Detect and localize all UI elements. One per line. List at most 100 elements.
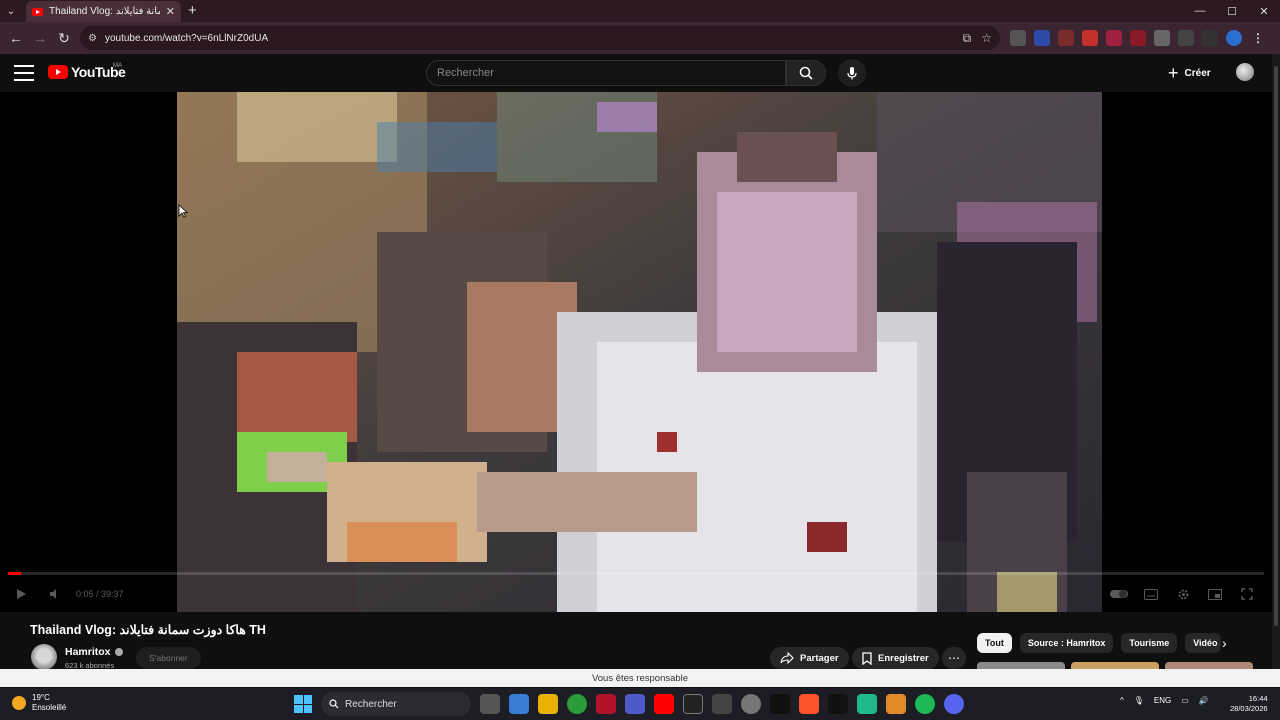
chip-tourism[interactable]: Tourisme (1121, 633, 1178, 653)
create-button[interactable]: + Créer (1160, 61, 1219, 85)
play-button[interactable] (10, 583, 32, 605)
browser-tab-active[interactable]: Thailand Vlog: هاكا دوزت سمانة فتايلاند … (26, 1, 181, 22)
minimize-button[interactable]: — (1184, 0, 1216, 22)
language-indicator[interactable]: ENG (1154, 696, 1171, 705)
related-filter-chips: Tout Source : Hamritox Tourisme Vidéo (977, 633, 1222, 653)
video-player[interactable]: 0:05 / 39:37 (0, 92, 1272, 612)
verified-badge-icon (114, 648, 123, 656)
taskbar-search-label: Rechercher (345, 698, 397, 710)
file-explorer-icon[interactable] (538, 694, 558, 714)
chip-source[interactable]: Source : Hamritox (1019, 633, 1114, 653)
teams-icon[interactable] (625, 694, 645, 714)
extension-5-icon[interactable] (1106, 30, 1122, 46)
app-orange-icon[interactable] (886, 694, 906, 714)
microphone-tray-icon[interactable]: 🎙 (1134, 696, 1144, 705)
page-scrollbar-thumb[interactable] (1274, 66, 1278, 626)
chrome-icon[interactable] (567, 694, 587, 714)
acrobat-icon[interactable] (596, 694, 616, 714)
search-input[interactable]: Rechercher (426, 60, 786, 86)
video-title: Thailand Vlog: هاكا دوزت سمانة فتايلاند … (30, 623, 266, 637)
taskbar-clock[interactable]: 16:44 28/03/2026 (1230, 694, 1268, 714)
new-tab-button[interactable]: + (188, 2, 197, 19)
tray-overflow-chevron-icon[interactable]: ^ (1120, 696, 1124, 705)
windows-start-icon[interactable] (294, 695, 312, 713)
tab-close-icon[interactable]: ✕ (166, 5, 175, 18)
chevron-right-icon[interactable]: › (1222, 635, 1227, 651)
cloud-app-icon[interactable] (712, 694, 732, 714)
browser-tab-bar: ⌄ Thailand Vlog: هاكا دوزت سمانة فتايلان… (0, 0, 1280, 22)
create-label: Créer (1184, 67, 1211, 79)
miniplayer-button[interactable] (1204, 583, 1226, 605)
volume-button[interactable] (44, 583, 66, 605)
system-app-icon[interactable] (741, 694, 761, 714)
bookmark-star-icon[interactable]: ☆ (981, 31, 992, 46)
speaker-icon[interactable]: 🔊 (1199, 696, 1209, 705)
reload-icon[interactable]: ↻ (52, 26, 76, 50)
bookmark-icon (862, 651, 872, 665)
voice-search-button[interactable] (838, 59, 866, 87)
youtube-favicon-icon (32, 7, 43, 16)
forward-arrow-icon[interactable]: → (28, 26, 52, 50)
chip-all[interactable]: Tout (977, 633, 1012, 653)
search-icon (799, 66, 813, 80)
extension-4-icon[interactable] (1082, 30, 1098, 46)
autoplay-toggle-icon (1110, 590, 1128, 598)
more-actions-button[interactable]: ⋯ (942, 647, 966, 669)
copilot-icon[interactable] (509, 694, 529, 714)
discord-icon[interactable] (944, 694, 964, 714)
browser-menu-icon[interactable]: ⋮ (1250, 30, 1266, 46)
app-green-icon[interactable] (857, 694, 877, 714)
share-button[interactable]: Partager (770, 647, 849, 669)
subscribe-button[interactable]: S'abonner (136, 647, 201, 669)
xm-app-icon[interactable] (770, 694, 790, 714)
site-info-icon[interactable]: ⚙ (88, 33, 97, 44)
url-bar[interactable]: ⚙ youtube.com/watch?v=6nLlNrZ0dUA ⧉ ☆ (80, 26, 1000, 50)
account-avatar[interactable] (1236, 63, 1254, 81)
fn-app-icon[interactable] (683, 694, 703, 714)
hamburger-menu-icon[interactable] (14, 65, 34, 81)
channel-name-link[interactable]: Hamritox (65, 646, 123, 658)
tab-title: Thailand Vlog: هاكا دوزت سمانة فتايلاند (49, 6, 160, 17)
settings-button[interactable] (1172, 583, 1194, 605)
notification-banner: Vous êtes responsable (0, 669, 1280, 687)
extensions-puzzle-icon[interactable] (1178, 30, 1194, 46)
profile-avatar-icon[interactable] (1226, 30, 1242, 46)
video-frame[interactable] (177, 92, 1102, 612)
brave-icon[interactable] (799, 694, 819, 714)
save-button[interactable]: Enregistrer (852, 647, 939, 669)
share-label: Partager (800, 652, 839, 664)
mouse-cursor-icon (178, 204, 188, 218)
extension-3-icon[interactable] (1058, 30, 1074, 46)
youtube-logo-icon (48, 65, 68, 79)
close-window-button[interactable]: ✕ (1248, 0, 1280, 22)
video-info-section: Thailand Vlog: هاكا دوزت سمانة فتايلاند … (0, 612, 1272, 674)
volume-icon (50, 589, 56, 599)
taskbar-search[interactable]: Rechercher (321, 692, 471, 716)
miniplayer-icon (1208, 588, 1222, 600)
task-view-icon[interactable] (480, 694, 500, 714)
search-button[interactable] (786, 60, 826, 86)
reading-list-icon[interactable] (1202, 30, 1218, 46)
extension-2-icon[interactable] (1034, 30, 1050, 46)
time-display: 0:05 / 39:37 (76, 589, 124, 599)
channel-avatar[interactable] (31, 644, 57, 670)
install-app-icon[interactable]: ⧉ (963, 31, 972, 46)
tradingview-icon[interactable] (828, 694, 848, 714)
back-arrow-icon[interactable]: ← (4, 26, 28, 50)
video-progress-bar[interactable] (8, 572, 1264, 575)
extension-1-icon[interactable] (1010, 30, 1026, 46)
youtube-header: YouTube MA Rechercher + Créer (0, 54, 1280, 92)
weather-condition: Ensoleillé (32, 703, 67, 712)
fullscreen-button[interactable] (1236, 583, 1258, 605)
youtube-app-icon[interactable] (654, 694, 674, 714)
spotify-icon[interactable] (915, 694, 935, 714)
network-icon[interactable]: ▭ (1181, 696, 1189, 705)
maximize-button[interactable]: ☐ (1216, 0, 1248, 22)
chip-videos[interactable]: Vidéo (1185, 633, 1222, 653)
tab-list-chevron-icon[interactable]: ⌄ (0, 0, 22, 22)
autoplay-toggle[interactable] (1108, 583, 1130, 605)
subtitles-button[interactable] (1140, 583, 1162, 605)
extension-6-icon[interactable] (1130, 30, 1146, 46)
extension-7-icon[interactable] (1154, 30, 1170, 46)
weather-widget[interactable]: 19°C Ensoleillé (12, 693, 66, 713)
